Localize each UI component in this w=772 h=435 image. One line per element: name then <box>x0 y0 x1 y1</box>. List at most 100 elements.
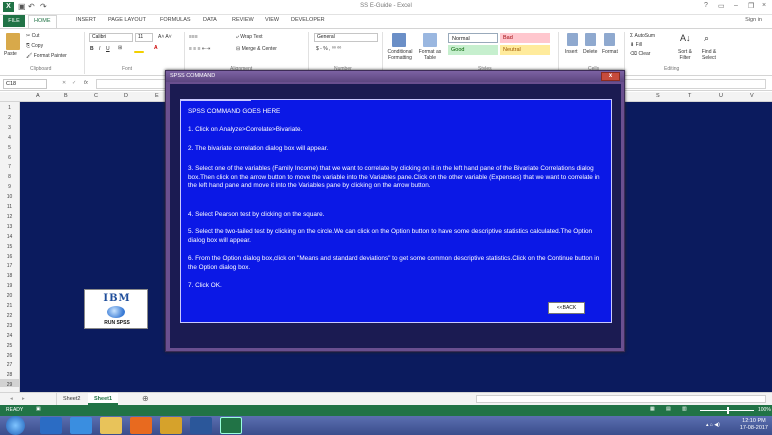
underline-icon[interactable]: U <box>106 46 110 52</box>
row-header[interactable]: 5 <box>0 145 19 151</box>
autosum-button[interactable]: Σ AutoSum <box>630 33 655 39</box>
window-switch-icon[interactable] <box>40 417 62 434</box>
chrome-icon[interactable] <box>160 417 182 434</box>
taskbar-clock[interactable]: 12:10 PM 17-08-2017 <box>740 418 768 432</box>
file-explorer-icon[interactable] <box>100 417 122 434</box>
row-header[interactable]: 18 <box>0 273 19 279</box>
delete-cells-label[interactable]: Delete <box>583 49 597 55</box>
fx-icon[interactable]: fx <box>84 80 88 86</box>
style-good[interactable]: Good <box>448 45 498 55</box>
paste-label[interactable]: Paste <box>4 51 17 57</box>
currency-icon[interactable]: $ - % , ⁰⁰ ⁰⁰ <box>316 46 341 52</box>
row-header[interactable]: 1 <box>0 105 19 111</box>
row-header[interactable]: 28 <box>0 372 19 378</box>
tab-review[interactable]: REVIEW <box>232 17 254 23</box>
row-header[interactable]: 22 <box>0 313 19 319</box>
format-as-table-icon[interactable] <box>423 33 437 47</box>
sheet-tab-active[interactable]: Sheet1 <box>88 393 119 405</box>
align-left-icon[interactable]: ≡ ≡ ≡ ⇤⇥ <box>189 46 210 52</box>
row-header[interactable]: 21 <box>0 303 19 309</box>
align-top-icon[interactable]: ≡≡≡ <box>189 34 198 40</box>
word-icon[interactable] <box>190 417 212 434</box>
clear-button[interactable]: ⌫ Clear <box>630 51 650 57</box>
normal-view-icon[interactable]: ▦ <box>650 406 655 412</box>
horizontal-scrollbar[interactable] <box>476 395 766 403</box>
grow-font-icon[interactable]: A˄ A˅ <box>158 34 172 40</box>
row-header[interactable]: 19 <box>0 283 19 289</box>
format-painter-button[interactable]: 🖌 Format Painter <box>26 53 67 59</box>
cancel-icon[interactable]: ✕ <box>62 80 66 86</box>
row-header[interactable]: 20 <box>0 293 19 299</box>
row-header[interactable]: 25 <box>0 343 19 349</box>
row-header[interactable]: 15 <box>0 244 19 250</box>
wrap-text-button[interactable]: ⤶ Wrap Text <box>236 34 263 40</box>
row-header[interactable]: 11 <box>0 204 19 210</box>
ribbon-options-icon[interactable]: ▭ <box>718 2 725 10</box>
row-header[interactable]: 17 <box>0 263 19 269</box>
conditional-formatting-icon[interactable] <box>392 33 406 47</box>
sheet-tab[interactable]: Sheet2 <box>56 393 86 405</box>
excel-taskbar-icon[interactable] <box>220 417 242 434</box>
column-header[interactable]: B <box>64 93 68 99</box>
page-layout-view-icon[interactable]: ▤ <box>666 406 671 412</box>
column-header[interactable]: D <box>124 93 128 99</box>
paste-icon[interactable] <box>6 33 20 50</box>
tab-home[interactable]: HOME <box>28 15 57 28</box>
row-header[interactable]: 9 <box>0 184 19 190</box>
delete-cells-icon[interactable] <box>585 33 596 46</box>
close-icon[interactable]: × <box>762 2 766 9</box>
column-header[interactable]: E <box>155 93 159 99</box>
format-cells-icon[interactable] <box>604 33 615 46</box>
enter-icon[interactable]: ✓ <box>72 80 76 86</box>
format-cells-label[interactable]: Format <box>602 49 618 55</box>
row-header[interactable]: 23 <box>0 323 19 329</box>
column-header[interactable]: S <box>656 93 660 99</box>
find-select-label[interactable]: Find & Select <box>696 49 722 61</box>
font-name-select[interactable]: Calibri <box>89 33 133 42</box>
name-box[interactable]: C18 <box>3 79 47 89</box>
help-icon[interactable]: ? <box>704 2 708 9</box>
copy-button[interactable]: ⎘ Copy <box>26 43 43 49</box>
internet-explorer-icon[interactable] <box>70 417 92 434</box>
cut-button[interactable]: ✂ Cut <box>26 33 39 39</box>
number-format-select[interactable]: General <box>314 33 378 42</box>
row-header[interactable]: 29 <box>0 382 19 388</box>
italic-icon[interactable]: I <box>99 46 100 52</box>
font-color-icon[interactable]: A <box>154 45 158 51</box>
page-break-view-icon[interactable]: ▥ <box>682 406 687 412</box>
row-header[interactable]: 3 <box>0 125 19 131</box>
tab-formulas[interactable]: FORMULAS <box>160 17 191 23</box>
row-header[interactable]: 14 <box>0 234 19 240</box>
tab-insert[interactable]: INSERT <box>76 17 96 23</box>
add-sheet-icon[interactable]: ⊕ <box>136 393 155 405</box>
column-header[interactable]: C <box>94 93 98 99</box>
column-header[interactable]: V <box>750 93 754 99</box>
row-header[interactable]: 13 <box>0 224 19 230</box>
style-bad[interactable]: Bad <box>500 33 550 43</box>
row-header[interactable]: 6 <box>0 155 19 161</box>
restore-icon[interactable]: ❐ <box>748 2 754 10</box>
macro-record-icon[interactable]: ▣ <box>36 406 41 412</box>
sign-in-link[interactable]: Sign in <box>745 17 762 23</box>
back-button[interactable]: <<BACK <box>548 302 585 314</box>
tray-icons[interactable]: ▴ ⌂ ◀) <box>706 422 720 428</box>
tab-view[interactable]: VIEW <box>265 17 279 23</box>
insert-cells-label[interactable]: Insert <box>565 49 578 55</box>
conditional-formatting-label[interactable]: Conditional Formatting <box>384 49 416 61</box>
row-header[interactable]: 4 <box>0 135 19 141</box>
font-size-select[interactable]: 11 <box>135 33 153 42</box>
tab-file[interactable]: FILE <box>3 15 25 27</box>
row-header[interactable]: 12 <box>0 214 19 220</box>
run-spss-button[interactable]: IBM RUN SPSS <box>84 289 148 329</box>
row-header[interactable]: 26 <box>0 353 19 359</box>
row-header[interactable]: 7 <box>0 164 19 170</box>
column-header[interactable]: U <box>719 93 723 99</box>
border-icon[interactable]: ⊞ <box>118 45 122 51</box>
zoom-slider-thumb[interactable] <box>727 407 729 414</box>
format-as-table-label[interactable]: Format as Table <box>417 49 443 61</box>
style-normal[interactable]: Normal <box>448 33 498 43</box>
minimize-icon[interactable]: – <box>734 2 738 9</box>
fill-color-icon[interactable] <box>134 51 144 53</box>
row-header[interactable]: 24 <box>0 333 19 339</box>
fill-button[interactable]: ⬇ Fill <box>630 42 642 48</box>
